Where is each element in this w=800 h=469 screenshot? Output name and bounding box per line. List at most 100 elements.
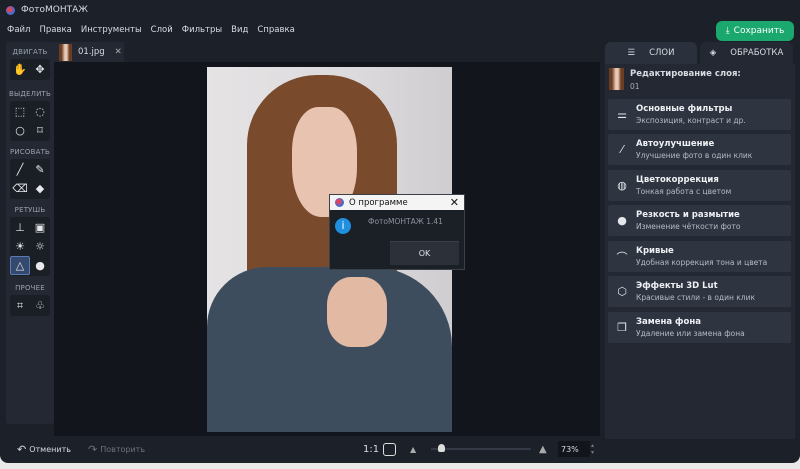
ok-button[interactable]: OK xyxy=(390,241,459,265)
card-subtitle: Улучшение фото в один клик xyxy=(636,151,753,160)
redo-icon: ↷ xyxy=(88,442,98,456)
tool-group-draw: РИСОВАТЬ ╱ ✎ ⌫ ◆ xyxy=(6,148,54,199)
tool-group-move: ДВИГАТЬ ✋ ✥ xyxy=(6,48,54,80)
brighten-icon[interactable]: ☀ xyxy=(10,237,30,256)
card-sharpen-blur[interactable]: ● Резкость и размытие Изменение чёткости ф… xyxy=(608,205,791,236)
card-subtitle: Удобная коррекция тона и цвета xyxy=(636,258,768,267)
zoom-stepper[interactable]: ▴ ▾ xyxy=(591,442,594,456)
zoom-slider-handle[interactable] xyxy=(438,444,445,452)
card-subtitle: Экспозиция, контраст и др. xyxy=(636,116,746,125)
menu-tools[interactable]: Инструменты xyxy=(81,25,142,35)
card-title: Резкость и размытие xyxy=(636,210,740,220)
layers-icon: ❐ xyxy=(617,321,627,334)
info-icon: i xyxy=(335,218,351,234)
app-title: ФотоМОНТАЖ xyxy=(21,5,88,15)
dialog-close-icon[interactable]: ✕ xyxy=(450,196,459,209)
actual-size-button[interactable]: 1:1 xyxy=(363,444,379,455)
magic-wand-icon: ⁄ xyxy=(621,143,623,156)
card-curves[interactable]: ⌒ Кривые Удобная коррекция тона и цвета xyxy=(608,241,791,272)
card-color-correction[interactable]: ◍ Цветокоррекция Тонкая работа с цветом xyxy=(608,170,791,201)
menu-help[interactable]: Справка xyxy=(257,25,294,35)
document-thumbnail xyxy=(59,43,72,61)
document-tab[interactable]: 01.jpg ✕ xyxy=(54,42,124,62)
app-logo-icon xyxy=(6,5,15,15)
menu-file[interactable]: Файл xyxy=(7,25,30,35)
menu-layer[interactable]: Слой xyxy=(151,25,173,35)
layers-icon: ◈ xyxy=(709,48,717,58)
card-title: Замена фона xyxy=(636,317,701,327)
card-basic-filters[interactable]: ⚌ Основные фильтры Экспозиция, контраст и … xyxy=(608,99,791,130)
ellipse-select-icon[interactable]: ◌ xyxy=(30,102,50,121)
tab-label: ОБРАБОТКА xyxy=(730,48,784,58)
sharpen-icon[interactable]: △ xyxy=(10,256,30,275)
layer-thumbnail xyxy=(609,68,624,90)
canvas-area[interactable] xyxy=(54,62,600,436)
about-dialog: О программе ✕ i ФотоМОНТАЖ 1.41 OK xyxy=(329,194,465,270)
app-window: ФотоМОНТАЖ Файл Правка Инструменты Слой … xyxy=(0,0,800,463)
save-label: Сохранить xyxy=(733,26,785,36)
document-name: 01.jpg xyxy=(78,47,105,57)
card-title: Основные фильтры xyxy=(636,104,733,114)
tool-group-select: ВЫДЕЛИТЬ ⬚ ◌ ○ ⌑ xyxy=(6,90,54,141)
menu-bar: Файл Правка Инструменты Слой Фильтры Вид… xyxy=(0,20,295,40)
menu-view[interactable]: Вид xyxy=(231,25,248,35)
curve-icon: ⌒ xyxy=(616,250,628,264)
zoom-in-icon[interactable]: ▲ xyxy=(539,444,547,455)
eraser-icon[interactable]: ⌫ xyxy=(10,179,30,198)
lasso-icon[interactable]: ○ xyxy=(10,121,30,140)
hand-icon[interactable]: ✋ xyxy=(10,60,30,79)
close-tab-icon[interactable]: ✕ xyxy=(115,47,122,57)
group-label: ДВИГАТЬ xyxy=(12,48,48,56)
dialog-logo-icon xyxy=(335,198,344,207)
right-panel: ☰ СЛОИ ◈ ОБРАБОТКА Редактирование слоя: 01… xyxy=(605,42,795,442)
group-label: РЕТУШЬ xyxy=(14,206,46,214)
brush-icon[interactable]: ╱ xyxy=(10,160,30,179)
fill-icon[interactable]: ◆ xyxy=(30,179,50,198)
card-3d-lut[interactable]: ⬡ Эффекты 3D Lut Красивые стили - в один к… xyxy=(608,276,791,307)
blur-drop-icon[interactable]: ● xyxy=(30,256,50,275)
zoom-slider[interactable] xyxy=(431,444,531,452)
menu-filters[interactable]: Фильтры xyxy=(182,25,222,35)
redo-button[interactable]: ↷ Повторить xyxy=(88,443,145,456)
card-auto-enhance[interactable]: ⁄ Автоулучшение Улучшение фото в один клик xyxy=(608,134,791,165)
tab-processing[interactable]: ◈ ОБРАБОТКА xyxy=(700,42,793,64)
patch-icon[interactable]: ▣ xyxy=(30,218,50,237)
layer-name: 01 xyxy=(630,82,640,91)
polygon-lasso-icon[interactable]: ⌑ xyxy=(30,121,50,140)
card-background-replace[interactable]: ❐ Замена фона Удаление или замена фона xyxy=(608,312,791,343)
undo-button[interactable]: ↶ Отменить xyxy=(17,443,71,456)
tool-group-retouch: РЕТУШЬ ⊥ ▣ ☀ ☼ △ ● xyxy=(6,206,54,276)
tab-label: СЛОИ xyxy=(649,48,675,58)
version-text: ФотоМОНТАЖ 1.41 xyxy=(368,217,443,226)
tool-group-other: ПРОЧЕЕ ⌗ ♧ xyxy=(6,284,54,316)
sliders-icon: ⚌ xyxy=(617,108,627,121)
dialog-title: О программе xyxy=(349,197,408,208)
save-button[interactable]: ⤓ Сохранить xyxy=(716,21,794,41)
cube-icon: ⬡ xyxy=(617,285,627,298)
zoom-out-icon[interactable]: ▲ xyxy=(410,445,416,454)
card-title: Кривые xyxy=(636,246,674,256)
fit-screen-icon[interactable] xyxy=(383,442,396,456)
undo-label: Отменить xyxy=(29,444,71,454)
card-title: Эффекты 3D Lut xyxy=(636,281,718,291)
group-label: РИСОВАТЬ xyxy=(9,148,51,156)
stamp-icon[interactable]: ⊥ xyxy=(10,218,30,237)
pencil-icon[interactable]: ✎ xyxy=(30,160,50,179)
title-bar: ФотоМОНТАЖ xyxy=(0,0,800,20)
shapes-icon[interactable]: ♧ xyxy=(30,296,50,315)
redo-label: Повторить xyxy=(100,444,146,454)
darken-icon[interactable]: ☼ xyxy=(30,237,50,256)
editing-label: Редактирование слоя: xyxy=(630,69,741,79)
download-icon: ⤓ xyxy=(725,26,730,36)
card-subtitle: Тонкая работа с цветом xyxy=(636,187,732,196)
card-title: Цветокоррекция xyxy=(636,175,719,185)
menu-edit[interactable]: Правка xyxy=(39,25,71,35)
rect-select-icon[interactable]: ⬚ xyxy=(10,102,30,121)
zoom-input[interactable]: 73% xyxy=(558,441,590,457)
card-title: Автоулучшение xyxy=(636,139,715,149)
bottom-bar: ↶ Отменить ↷ Повторить 1:1 ▲ ▲ 73% ▴ ▾ xyxy=(0,436,600,462)
tab-layers[interactable]: ☰ СЛОИ xyxy=(605,42,697,64)
crop-icon[interactable]: ⌗ xyxy=(10,296,30,315)
card-subtitle: Удаление или замена фона xyxy=(636,329,745,338)
move-icon[interactable]: ✥ xyxy=(30,60,50,79)
